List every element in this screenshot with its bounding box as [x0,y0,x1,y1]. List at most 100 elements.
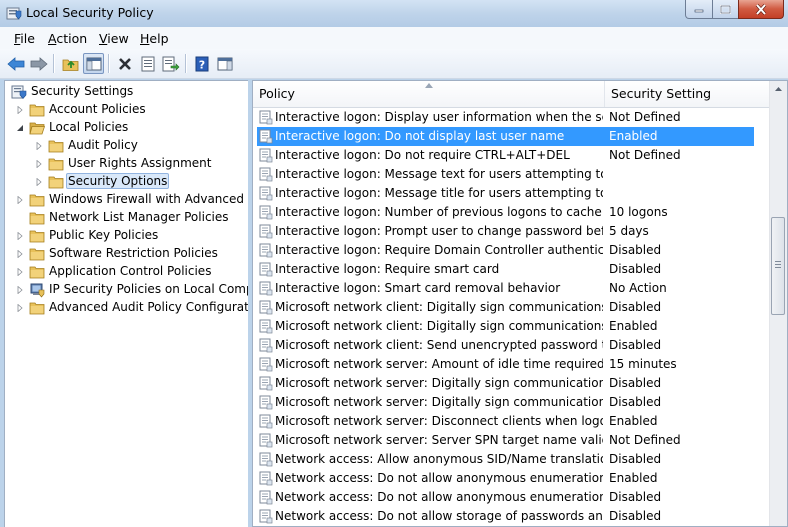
policy-row[interactable]: Interactive logon: Do not require CTRL+A… [253,146,770,165]
tree-expand-icon[interactable] [16,304,24,312]
scroll-up-icon [775,87,782,91]
tree-expand-icon[interactable] [35,178,43,186]
scroll-grip-icon [775,261,781,268]
scroll-up-button[interactable] [771,81,786,97]
policy-row[interactable]: Interactive logon: Do not display last u… [257,127,754,146]
tree-expand-icon[interactable] [16,196,24,204]
folder-icon [29,212,45,225]
policy-row[interactable]: Interactive logon: Display user informat… [253,108,770,127]
policy-setting-icon [259,319,273,334]
tree-node[interactable]: Software Restriction Policies [5,245,248,263]
security-setting-value: 10 logons [609,205,668,219]
title-bar[interactable]: Local Security Policy [0,0,788,27]
tree-node-label: Network List Manager Policies [49,210,229,224]
tree-collapse-icon[interactable] [16,124,24,132]
menu-action[interactable]: Action [48,31,87,46]
policy-row[interactable]: Network access: Do not allow anonymous e… [253,488,770,507]
policy-setting-icon [259,357,273,372]
policy-row[interactable]: Interactive logon: Require Domain Contro… [253,241,770,260]
help-button[interactable]: ? [191,53,212,74]
up-one-level-button[interactable] [60,53,81,74]
column-header-security-setting[interactable]: Security Setting [605,81,770,107]
policy-row[interactable]: Microsoft network server: Server SPN tar… [253,431,770,450]
security-setting-value: 5 days [609,224,649,238]
tree-node[interactable]: Application Control Policies [5,263,248,281]
security-setting-value: Disabled [609,509,662,523]
export-list-button[interactable] [160,53,181,74]
policy-name: Microsoft network server: Server SPN tar… [275,433,603,447]
policy-name: Microsoft network client: Digitally sign… [275,300,603,314]
tree-node[interactable]: Network List Manager Policies [5,209,248,227]
tree-node[interactable]: Public Key Policies [5,227,248,245]
policy-setting-icon [259,281,273,296]
local-security-policy-window: Local Security Policy File Action View H… [0,0,788,527]
policy-row[interactable]: Interactive logon: Message title for use… [253,184,770,203]
tree-expand-icon[interactable] [16,232,24,240]
tree-expand-icon[interactable] [16,106,24,114]
policy-row[interactable]: Network access: Do not allow anonymous e… [253,469,770,488]
policy-row[interactable]: Interactive logon: Message text for user… [253,165,770,184]
tree-node[interactable]: Security Settings [5,83,248,101]
policy-row[interactable]: Interactive logon: Smart card removal be… [253,279,770,298]
tree-node[interactable]: Advanced Audit Policy Configuration [5,299,248,317]
tree-node[interactable]: IP Security Policies on Local Computer [5,281,248,299]
policy-setting-icon [259,167,273,182]
menu-help-accel: H [140,31,150,46]
policy-setting-icon [259,300,273,315]
policy-row[interactable]: Microsoft network server: Disconnect cli… [253,412,770,431]
forward-button[interactable] [28,53,49,74]
policy-row[interactable]: Interactive logon: Prompt user to change… [253,222,770,241]
column-header-policy[interactable]: Policy [253,81,605,107]
properties-button[interactable] [137,53,158,74]
policy-row[interactable]: Interactive logon: Require smart card Dis… [253,260,770,279]
tree-node[interactable]: Audit Policy [5,137,248,155]
policy-row[interactable]: Network access: Do not allow storage of … [253,507,770,526]
menu-view[interactable]: View [99,31,129,46]
tree-node[interactable]: Local Policies [5,119,248,137]
show-console-tree-button[interactable] [214,53,235,74]
policy-row[interactable]: Network access: Allow anonymous SID/Name… [253,450,770,469]
show-hide-tree-icon [86,57,101,70]
close-button[interactable] [738,0,784,19]
minimize-button[interactable] [685,0,713,19]
delete-button[interactable] [114,53,135,74]
tree-node[interactable]: Security Options [5,173,248,191]
security-setting-value: Disabled [609,395,662,409]
maximize-icon [720,4,731,14]
policy-row[interactable]: Interactive logon: Number of previous lo… [253,203,770,222]
folder-icon [48,158,64,171]
policy-row[interactable]: Microsoft network client: Digitally sign… [253,317,770,336]
properties-icon [141,56,154,71]
tree-expand-icon[interactable] [35,160,43,168]
tree-expand-icon[interactable] [16,268,24,276]
tree-node-label: Security Settings [31,84,134,98]
scrollbar-thumb[interactable] [771,217,785,315]
policy-row[interactable]: Microsoft network server: Digitally sign… [253,374,770,393]
policy-row[interactable]: Microsoft network client: Digitally sign… [253,298,770,317]
policy-row[interactable]: Microsoft network server: Amount of idle… [253,355,770,374]
show-hide-console-tree-button[interactable] [83,53,104,74]
back-button[interactable] [5,53,26,74]
tree-node[interactable]: Windows Firewall with Advanced Security [5,191,248,209]
folder-icon [29,266,45,279]
policy-row[interactable]: Microsoft network server: Digitally sign… [253,393,770,412]
menu-help[interactable]: Help [140,31,169,46]
security-settings-icon [11,85,27,99]
help-icon: ? [195,56,208,71]
security-setting-value: Not Defined [609,433,681,447]
tree-node[interactable]: User Rights Assignment [5,155,248,173]
console-tree[interactable]: Security Settings Account Policies Local P… [4,80,249,527]
vertical-scrollbar[interactable] [769,81,787,526]
policy-setting-icon [259,243,273,258]
policy-row[interactable]: Microsoft network client: Send unencrypt… [253,336,770,355]
policy-setting-icon [259,186,273,201]
tree-node[interactable]: Account Policies [5,101,248,119]
tree-expand-icon[interactable] [16,250,24,258]
maximize-button[interactable] [712,0,739,19]
tree-expand-icon[interactable] [16,286,24,294]
tree-expand-icon[interactable] [35,142,43,150]
security-setting-value: 15 minutes [609,357,677,371]
list-header: Policy Security Setting [253,81,770,108]
tree-node-label: Software Restriction Policies [49,246,218,260]
menu-file[interactable]: File [14,31,35,46]
